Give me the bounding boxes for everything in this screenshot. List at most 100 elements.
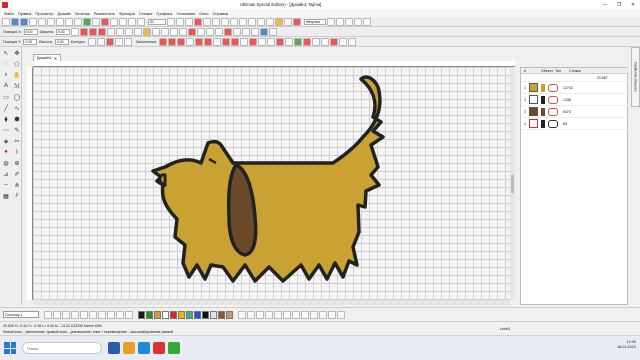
palette-tool-9-icon[interactable]: [116, 310, 124, 319]
style-7-icon[interactable]: [133, 27, 142, 36]
options-icon[interactable]: [336, 17, 344, 26]
pos-y-field[interactable]: 0.00: [23, 38, 38, 45]
menu-stitches[interactable]: Стежки: [139, 11, 153, 16]
taskbar-app-5-icon[interactable]: [168, 342, 180, 354]
fill-spiral-icon[interactable]: [203, 37, 212, 46]
style-11-icon[interactable]: [169, 27, 178, 36]
ungroup-icon[interactable]: [230, 17, 238, 26]
menu-design[interactable]: Дизайн: [58, 11, 71, 16]
knife-icon[interactable]: ⌇: [12, 147, 22, 157]
lock-proportions-icon[interactable]: [70, 27, 79, 36]
palette-tool-7-icon[interactable]: [98, 310, 106, 319]
fill-gradient-icon[interactable]: [212, 37, 221, 46]
style-3-icon[interactable]: [97, 27, 106, 36]
measure-icon[interactable]: [167, 17, 175, 26]
object-row[interactable]: 2 1338: [521, 94, 629, 106]
palette-swatch[interactable]: [226, 310, 233, 319]
stitch-player-icon[interactable]: [83, 17, 91, 26]
object-properties-side-tab[interactable]: Свойства объекта: [631, 47, 640, 107]
cut-icon[interactable]: [38, 17, 46, 26]
menu-montage[interactable]: Монтаж: [75, 11, 90, 16]
style-4-icon[interactable]: [106, 27, 115, 36]
object-row[interactable]: 4 83: [521, 118, 629, 130]
document-tab[interactable]: Дизайн1 ✕: [33, 54, 62, 61]
fill-trapunto-icon[interactable]: [266, 37, 275, 46]
pan-icon[interactable]: ✋: [12, 70, 22, 80]
browser-icon[interactable]: [138, 342, 150, 354]
colorway-select[interactable]: Colorway 1: [3, 311, 39, 318]
palette-tool-6-icon[interactable]: [89, 310, 97, 319]
new-icon[interactable]: [2, 17, 10, 26]
menu-file[interactable]: Файл: [4, 11, 14, 16]
help-icon[interactable]: [363, 17, 371, 26]
maximize-icon[interactable]: ❐: [612, 0, 626, 9]
fill-wave-icon[interactable]: [230, 37, 239, 46]
menu-help[interactable]: Справка: [213, 11, 229, 16]
grid-icon[interactable]: [110, 17, 118, 26]
print-icon[interactable]: [29, 17, 37, 26]
trim-icon[interactable]: ✂: [12, 136, 22, 146]
style-20-icon[interactable]: [250, 27, 259, 36]
show-stitches-icon[interactable]: [101, 17, 109, 26]
style-5-icon[interactable]: [115, 27, 124, 36]
palette-extra-11-icon[interactable]: [328, 310, 336, 319]
menu-settings[interactable]: Установки: [176, 11, 195, 16]
menu-graphics[interactable]: Графика: [156, 11, 172, 16]
hole-icon[interactable]: ◍: [1, 158, 11, 168]
polygon-select-icon[interactable]: ⬠: [12, 59, 22, 69]
style-2-icon[interactable]: [88, 27, 97, 36]
ellipse-tool-icon[interactable]: ◯: [12, 92, 22, 102]
needle-icon[interactable]: [194, 17, 202, 26]
complex-fill-icon[interactable]: ⬢: [12, 114, 22, 124]
palette-extra-8-icon[interactable]: [301, 310, 309, 319]
library-icon[interactable]: [354, 17, 362, 26]
redo-icon[interactable]: [74, 17, 82, 26]
menu-window[interactable]: Окно: [199, 11, 208, 16]
palette-tool-10-icon[interactable]: [125, 310, 133, 319]
applique-tool-icon[interactable]: ◈: [1, 136, 11, 146]
zoom-tool-icon[interactable]: ⌕: [1, 70, 11, 80]
style-13-icon[interactable]: [187, 27, 196, 36]
style-17-icon[interactable]: [223, 27, 232, 36]
fill-offset-icon[interactable]: [347, 37, 356, 46]
fill-cross-icon[interactable]: [185, 37, 194, 46]
rotate-icon[interactable]: [257, 17, 265, 26]
palette-swatch[interactable]: [210, 310, 217, 319]
palette-swatch[interactable]: [194, 310, 201, 319]
outline-blanket-icon[interactable]: [114, 37, 123, 46]
palette-extra-10-icon[interactable]: [319, 310, 327, 319]
eyedropper-icon[interactable]: ✐: [12, 169, 22, 179]
palette-swatch[interactable]: [178, 310, 185, 319]
style-12-icon[interactable]: [178, 27, 187, 36]
fill-sculpture-icon[interactable]: [248, 37, 257, 46]
palette-swatch[interactable]: [170, 310, 177, 319]
app-icon[interactable]: [2, 1, 8, 8]
fill-cross2-icon[interactable]: [338, 37, 347, 46]
undo-icon[interactable]: [65, 17, 73, 26]
line-tool-icon[interactable]: ╱: [1, 103, 11, 113]
save-icon[interactable]: [20, 17, 28, 26]
fill-contour-icon[interactable]: [221, 37, 230, 46]
group-icon[interactable]: [221, 17, 229, 26]
palette-swatch[interactable]: [218, 310, 225, 319]
fill-star-icon[interactable]: [329, 37, 338, 46]
zoom-field[interactable]: 32: [148, 18, 166, 25]
zoom-fit-icon[interactable]: [137, 17, 145, 26]
palette-extra-5-icon[interactable]: [274, 310, 282, 319]
palette-extra-9-icon[interactable]: [310, 310, 318, 319]
monogram-icon[interactable]: [284, 17, 292, 26]
run-stitch-icon[interactable]: ⋯: [1, 125, 11, 135]
palette-swatch[interactable]: [138, 310, 145, 319]
style-21-icon[interactable]: [259, 27, 268, 36]
color-stop-icon[interactable]: ●: [1, 147, 11, 157]
lettering-icon[interactable]: [275, 17, 283, 26]
palette-tool-8-icon[interactable]: [107, 310, 115, 319]
reshape-icon[interactable]: ✥: [12, 48, 22, 58]
start-point-icon[interactable]: ⊕: [12, 158, 22, 168]
palette-swatch[interactable]: [162, 310, 169, 319]
density-icon[interactable]: ▦: [1, 191, 11, 201]
fill-zigzag-icon[interactable]: [302, 37, 311, 46]
menu-functions[interactable]: Функции: [119, 11, 135, 16]
palette-tool-5-icon[interactable]: [80, 310, 88, 319]
select-icon[interactable]: ↖: [1, 48, 11, 58]
